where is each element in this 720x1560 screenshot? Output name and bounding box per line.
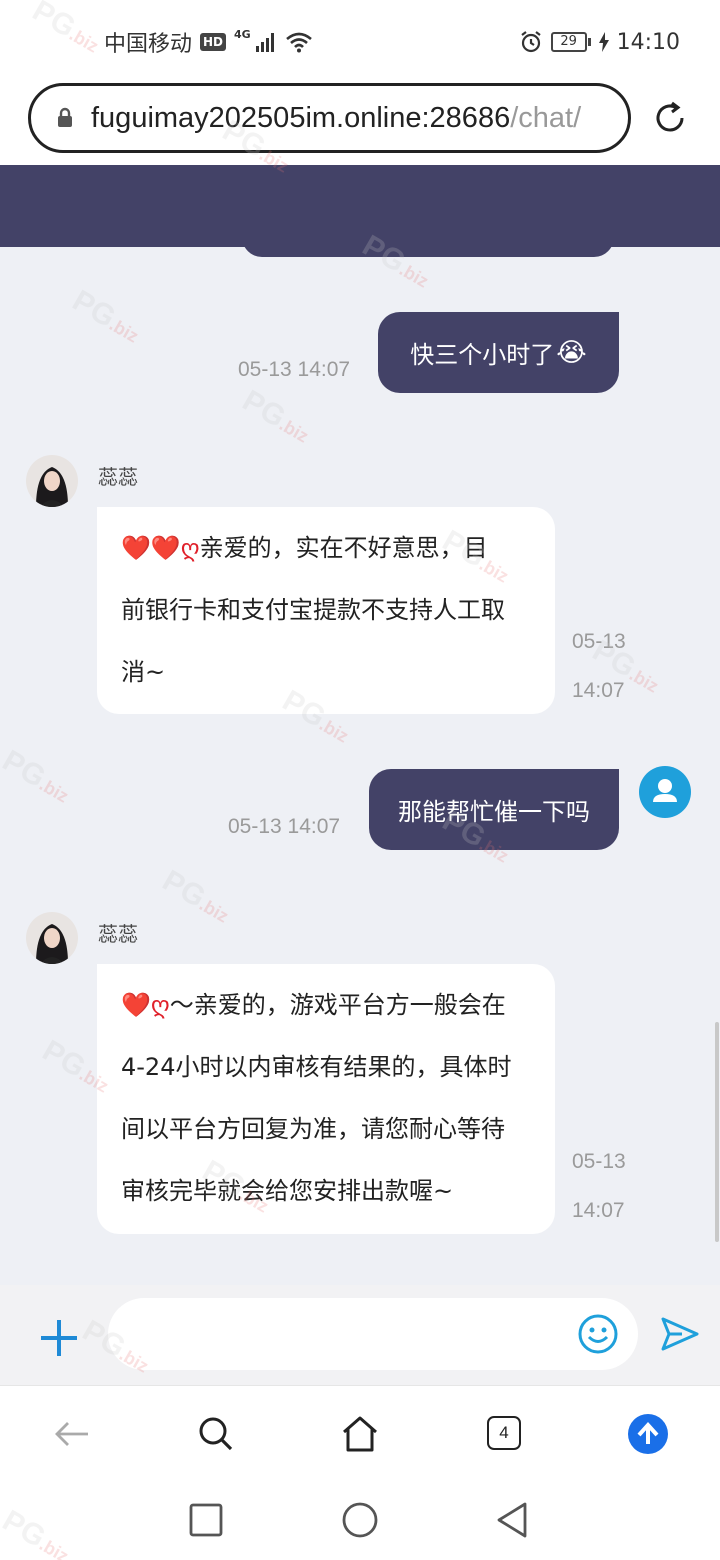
user-icon	[653, 779, 677, 802]
home-icon[interactable]	[338, 1412, 382, 1456]
status-right: 29 14:10	[519, 26, 680, 58]
message-time: 05-13 14:07	[238, 358, 351, 381]
user-avatar[interactable]	[639, 766, 691, 818]
recents-icon[interactable]	[186, 1500, 226, 1540]
network-type: 4G	[234, 27, 251, 41]
carrier-name: 中国移动	[104, 32, 193, 57]
url-text: fuguimay202505im.online:28686/chat/	[91, 102, 581, 135]
address-bar[interactable]: fuguimay202505im.online:28686/chat/	[28, 83, 631, 153]
message-line: 审核完毕就会给您安排出款喔~	[121, 1177, 454, 1205]
message-clock: 14:07	[572, 679, 625, 702]
heart-emoji-icon: ❤️ღ	[121, 991, 170, 1019]
message-input[interactable]	[108, 1298, 638, 1370]
message-line: 消~	[121, 658, 166, 686]
message-date: 05-13	[572, 630, 626, 653]
chat-header	[0, 165, 720, 247]
agent-avatar[interactable]	[26, 455, 78, 507]
tab-count-button[interactable]: 4	[487, 1416, 521, 1450]
battery-indicator: 29	[550, 32, 591, 52]
message-line: ～亲爱的，游戏平台方一般会在	[169, 991, 506, 1019]
back-arrow-icon[interactable]	[50, 1412, 94, 1456]
message-text: 快三个小时了	[410, 341, 555, 369]
message-time: 05-13 14:07	[228, 815, 341, 838]
scroll-to-top-icon[interactable]	[626, 1412, 670, 1456]
outgoing-message-bubble[interactable]: 快三个小时了 😭	[378, 312, 619, 393]
message-date: 05-13	[572, 1150, 626, 1173]
heart-emoji-icon: ❤️❤️ღ	[121, 534, 200, 562]
message-line: 间以平台方回复为准，请您耐心等待	[121, 1115, 505, 1143]
crying-emoji-icon: 😭	[556, 337, 587, 368]
message-line: 亲爱的，实在不好意思，目	[199, 534, 488, 562]
signal-icon	[255, 33, 274, 52]
chat-area[interactable]: 05-13 14:07 快三个小时了 😭 蕊蕊 ❤️❤️ღ亲爱的，实在不好意思，…	[0, 247, 720, 1285]
url-path: /chat/	[510, 101, 582, 134]
previous-message-bubble	[242, 247, 614, 257]
status-left: 中国移动 HD 4G	[104, 26, 313, 58]
battery-level: 29	[550, 32, 587, 52]
status-bar: 中国移动 HD 4G 29 14:10	[0, 0, 720, 80]
message-line: 前银行卡和支付宝提款不支持人工取	[121, 596, 505, 624]
message-text: 那能帮忙催一下吗	[398, 798, 590, 826]
reload-icon[interactable]	[650, 98, 690, 138]
clock: 14:10	[616, 29, 680, 55]
back-triangle-icon[interactable]	[493, 1500, 533, 1540]
scrollbar-thumb[interactable]	[715, 1022, 719, 1242]
search-icon[interactable]	[194, 1412, 238, 1456]
url-host: fuguimay202505im.online:28686	[91, 101, 511, 134]
message-clock: 14:07	[572, 1199, 625, 1222]
sender-name: 蕊蕊	[98, 465, 138, 489]
wifi-icon	[285, 32, 312, 53]
message-line: 4-24小时以内审核有结果的，具体时	[121, 1053, 512, 1081]
plus-icon[interactable]	[38, 1317, 80, 1359]
outgoing-message-bubble[interactable]: 那能帮忙催一下吗	[369, 769, 619, 850]
sender-name: 蕊蕊	[98, 922, 138, 946]
charging-icon	[598, 32, 609, 52]
lock-icon	[58, 107, 72, 127]
alarm-icon	[520, 31, 541, 53]
emoji-icon[interactable]	[576, 1312, 620, 1356]
agent-avatar[interactable]	[26, 912, 78, 964]
home-button-icon[interactable]	[340, 1500, 380, 1540]
send-icon[interactable]	[658, 1312, 702, 1356]
incoming-message-bubble[interactable]: ❤️❤️ღ亲爱的，实在不好意思，目 前银行卡和支付宝提款不支持人工取 消~	[97, 507, 555, 714]
incoming-message-bubble[interactable]: ❤️ღ～亲爱的，游戏平台方一般会在 4-24小时以内审核有结果的，具体时 间以平…	[97, 964, 555, 1234]
hd-badge: HD	[200, 33, 227, 51]
